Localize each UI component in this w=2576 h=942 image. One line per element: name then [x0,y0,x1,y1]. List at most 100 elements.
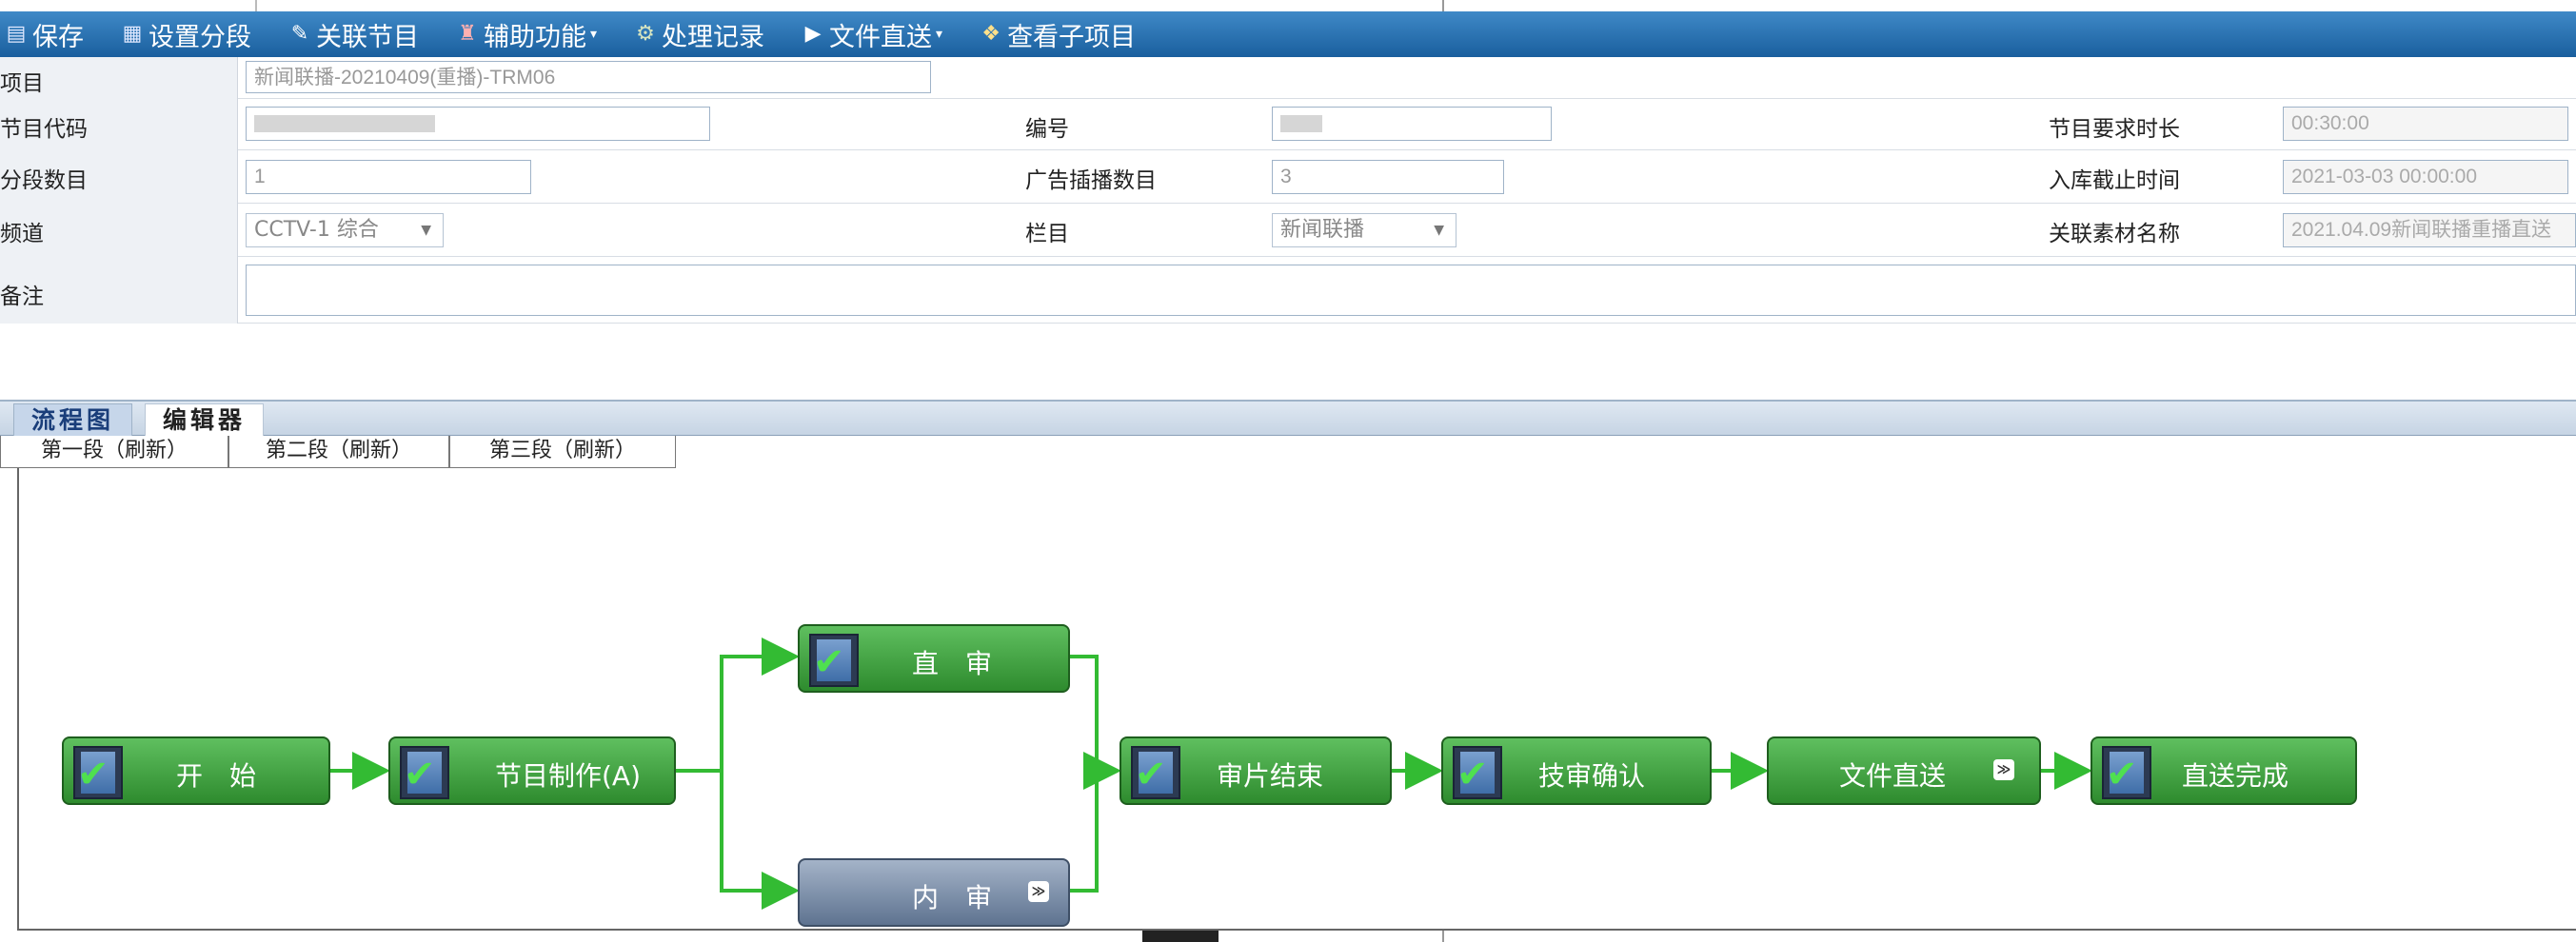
link-program-button[interactable]: ✎ 关联节目 [289,16,419,53]
grid-icon: ▦ [122,22,143,46]
deadline-field[interactable]: 2021-03-03 00:00:00 [2283,160,2568,194]
expand-icon[interactable]: ≫ [1993,759,2014,780]
node-file-direct-label: 文件直送 [1839,760,1947,792]
edge-direct-end [1070,655,1121,790]
redacted-value [254,115,435,132]
form-row-note: 备注 [0,257,2576,324]
node-review-end-label: 审片结束 [1217,760,1324,792]
ads-field[interactable]: 3 [1272,160,1504,194]
node-tech-confirm[interactable]: ✔ 技审确认 [1441,736,1712,805]
edge-production-internal [720,771,800,910]
segment-tabs: 第一段（刷新） 第二段（刷新） 第三段（刷新） [0,436,676,468]
column-select[interactable]: 新闻联播 ▼ [1272,213,1456,247]
gear-icon: ⚙ [636,22,655,46]
tab-flowchart[interactable]: 流程图 [13,403,133,436]
flow-edges [330,638,2092,910]
tab-editor[interactable]: 编辑器 [145,403,265,436]
link-program-label: 关联节目 [316,22,419,52]
check-icon: ✔ [813,640,845,684]
bottom-block [1142,931,1219,942]
segments-label: 分段数目 [0,168,88,193]
edge-production-split [676,638,800,773]
view-tabs: 流程图 编辑器 [0,400,2576,436]
node-production-label: 节目制作(A) [495,760,642,792]
node-start-label: 开 始 [176,760,257,792]
material-field[interactable]: 2021.04.09新闻联播重播直送 [2283,213,2576,247]
form-row-segments: 分段数目 1 广告插播数目 3 入库截止时间 2021-03-03 00:00:… [0,150,2576,204]
segment-tab-3[interactable]: 第三段（刷新） [449,436,676,468]
channel-value: CCTV-1 综合 [254,218,379,242]
material-label: 关联素材名称 [2049,222,2180,246]
deadline-label: 入库截止时间 [2049,168,2180,193]
node-direct-done-label: 直送完成 [2182,760,2289,792]
node-file-direct[interactable]: 文件直送 ≫ [1767,736,2041,805]
set-segment-button[interactable]: ▦ 设置分段 [122,16,251,53]
node-internal-review-label: 内 审 [912,882,993,913]
channel-label: 频道 [0,222,44,246]
chevron-down-icon: ▼ [1434,223,1444,238]
file-direct-menu-button[interactable]: ▶ 文件直送 ▾ [803,16,943,53]
view-children-label: 查看子项目 [1007,22,1137,52]
chevron-down-icon: ▾ [936,27,943,42]
note-label: 备注 [0,285,44,309]
column-value: 新闻联播 [1280,218,1365,242]
assist-menu-button[interactable]: ♜ 辅助功能 ▾ [457,16,597,53]
column-label: 栏目 [1025,222,1069,246]
project-form: 项目 新闻联播-20210409(重播)-TRM06 节目代码 编号 节目要求时… [0,57,2576,400]
node-review-end[interactable]: ✔ 审片结束 [1120,736,1392,805]
node-direct-done[interactable]: ✔ 直送完成 [2091,736,2357,805]
segments-field[interactable]: 1 [246,160,531,194]
node-production[interactable]: ✔ 节目制作(A) [388,736,676,805]
form-row-code: 节目代码 编号 节目要求时长 00:30:00 [0,99,2576,150]
channel-select[interactable]: CCTV-1 综合 ▼ [246,213,444,247]
check-icon: ✔ [404,753,436,796]
check-icon: ✔ [1456,753,1489,796]
redacted-value [1280,115,1322,132]
form-row-project: 项目 新闻联播-20210409(重播)-TRM06 [0,57,2576,99]
check-icon: ✔ [2106,753,2138,796]
duration-label: 节目要求时长 [2049,117,2180,142]
segment-tab-2[interactable]: 第二段（刷新） [228,436,449,468]
process-record-label: 处理记录 [662,22,765,52]
node-start[interactable]: ✔ 开 始 [62,736,330,805]
view-children-button[interactable]: ❖ 查看子项目 [981,16,1136,53]
top-edge-left [0,0,257,11]
program-code-label: 节目代码 [0,117,88,142]
process-record-button[interactable]: ⚙ 处理记录 [635,16,764,53]
number-field[interactable] [1272,107,1552,141]
check-icon: ✔ [77,753,109,796]
form-row-channel: 频道 CCTV-1 综合 ▼ 栏目 新闻联播 ▼ 关联素材名称 2021.04.… [0,204,2576,257]
divider-line-top [1442,0,1444,11]
set-segment-label: 设置分段 [149,22,251,52]
check-icon: ✔ [1135,753,1167,796]
form-spacer [0,324,2576,400]
save-button[interactable]: ▤ 保存 [6,16,84,53]
save-label: 保存 [32,22,84,52]
stamp-icon: ♜ [458,22,477,46]
app-window: ▤ 保存 ▦ 设置分段 ✎ 关联节目 ♜ 辅助功能 ▾ ⚙ 处理记录 ▶ 文件直… [0,0,2576,942]
project-field[interactable]: 新闻联播-20210409(重播)-TRM06 [246,61,931,93]
node-tech-confirm-label: 技审确认 [1538,760,1646,792]
note-field[interactable] [246,265,2576,316]
edge-internal-end [1070,771,1099,893]
segment-tab-1[interactable]: 第一段（刷新） [0,436,228,468]
file-direct-label: 文件直送 [829,22,933,52]
chevron-down-icon: ▼ [421,223,431,238]
flowchart-canvas: ✔ 开 始 ✔ 节目制作(A) ✔ 直 审 内 审 ≫ ✔ 审片结束 ✔ 技审确… [17,468,2576,931]
edit-icon: ✎ [290,22,309,46]
chevron-down-icon: ▾ [590,27,598,42]
ads-label: 广告插播数目 [1025,168,1157,193]
node-internal-review[interactable]: 内 审 ≫ [798,858,1070,927]
expand-icon[interactable]: ≫ [1028,881,1049,902]
node-direct-review[interactable]: ✔ 直 审 [798,624,1070,693]
project-label: 项目 [0,71,44,96]
save-icon: ▤ [6,22,27,46]
assist-label: 辅助功能 [484,22,586,52]
duration-field[interactable]: 00:30:00 [2283,107,2568,141]
node-direct-review-label: 直 审 [912,648,993,679]
program-code-field[interactable] [246,107,710,141]
tree-icon: ❖ [981,22,1001,46]
play-icon: ▶ [804,22,822,46]
number-label: 编号 [1025,117,1069,142]
toolbar: ▤ 保存 ▦ 设置分段 ✎ 关联节目 ♜ 辅助功能 ▾ ⚙ 处理记录 ▶ 文件直… [0,11,2576,57]
